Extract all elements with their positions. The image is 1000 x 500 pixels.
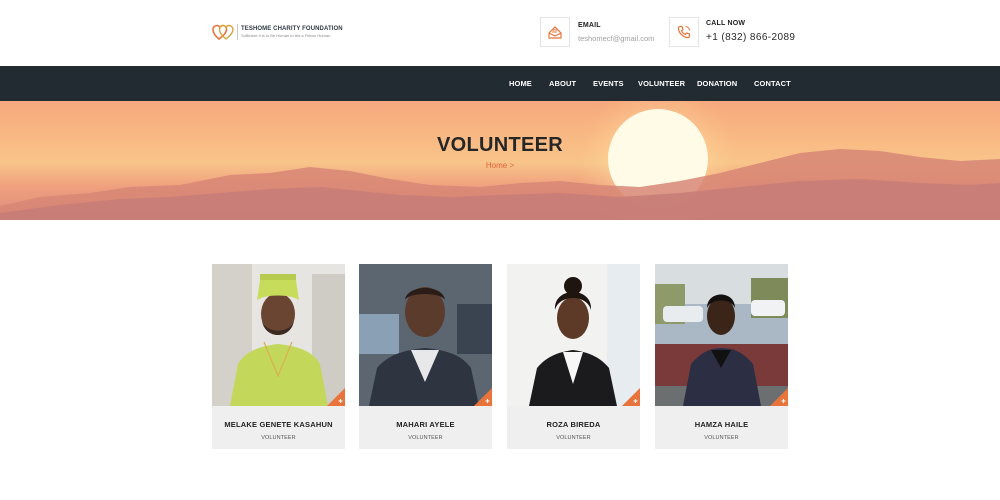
logo-text: TESHOME CHARITY FOUNDATION Sufficient It… (241, 26, 343, 38)
plus-corner-icon[interactable] (327, 388, 345, 406)
phone-icon (669, 17, 699, 47)
envelope-icon (540, 17, 570, 47)
member-name: ROZA BIREDA (546, 420, 601, 429)
member-name: MAHARI AYELE (396, 420, 455, 429)
member-photo[interactable] (507, 264, 640, 406)
member-info: MELAKE GENETE KASAHUN VOLUNTEER (212, 406, 345, 449)
member-role: VOLUNTEER (261, 435, 296, 441)
breadcrumb[interactable]: Home > (0, 161, 1000, 170)
page-title: VOLUNTEER (436, 134, 564, 156)
member-name: HAMZA HAILE (694, 420, 749, 429)
team-card[interactable]: ROZA BIREDA VOLUNTEER (507, 264, 640, 449)
nav-item-donation[interactable]: DONATION (697, 79, 737, 88)
main-navigation: HOME ABOUT EVENTS VOLUNTEER DONATION CON… (0, 66, 1000, 101)
nav-item-contact[interactable]: CONTACT (754, 79, 791, 88)
team-card[interactable]: HAMZA HAILE VOLUNTEER (655, 264, 788, 449)
nav-item-events[interactable]: EVENTS (593, 79, 624, 88)
plus-corner-icon[interactable] (474, 388, 492, 406)
brand-tagline: Sufficient It is to Be Human to Aid a Fe… (241, 33, 331, 38)
nav-item-about[interactable]: ABOUT (549, 79, 576, 88)
nav-item-volunteer[interactable]: VOLUNTEER (638, 79, 685, 88)
logo-divider (237, 24, 238, 40)
team-card[interactable]: MELAKE GENETE KASAHUN VOLUNTEER (212, 264, 345, 449)
team-card[interactable]: MAHARI AYELE VOLUNTEER (359, 264, 492, 449)
member-role: VOLUNTEER (556, 435, 591, 441)
member-photo[interactable] (359, 264, 492, 406)
member-name: MELAKE GENETE KASAHUN (224, 420, 333, 429)
member-photo[interactable] (212, 264, 345, 406)
member-info: MAHARI AYELE VOLUNTEER (359, 406, 492, 449)
page-banner: VOLUNTEER Home > (0, 101, 1000, 220)
nav-item-home[interactable]: HOME (509, 79, 532, 88)
member-photo[interactable] (655, 264, 788, 406)
phone-label: CALL NOW (706, 20, 746, 27)
brand-name: TESHOME CHARITY FOUNDATION (241, 26, 343, 32)
member-role: VOLUNTEER (408, 435, 443, 441)
member-info: ROZA BIREDA VOLUNTEER (507, 406, 640, 449)
plus-corner-icon[interactable] (622, 388, 640, 406)
heart-logo-icon (212, 22, 234, 42)
site-header: TESHOME CHARITY FOUNDATION Sufficient It… (0, 0, 1000, 66)
email-label: EMAIL (578, 22, 601, 29)
email-value[interactable]: teshomecf@gmail.com (578, 34, 654, 43)
plus-corner-icon[interactable] (770, 388, 788, 406)
member-info: HAMZA HAILE VOLUNTEER (655, 406, 788, 449)
phone-value[interactable]: +1 (832) 866-2089 (706, 32, 795, 43)
site-logo[interactable]: TESHOME CHARITY FOUNDATION Sufficient It… (212, 18, 364, 46)
member-role: VOLUNTEER (704, 435, 739, 441)
